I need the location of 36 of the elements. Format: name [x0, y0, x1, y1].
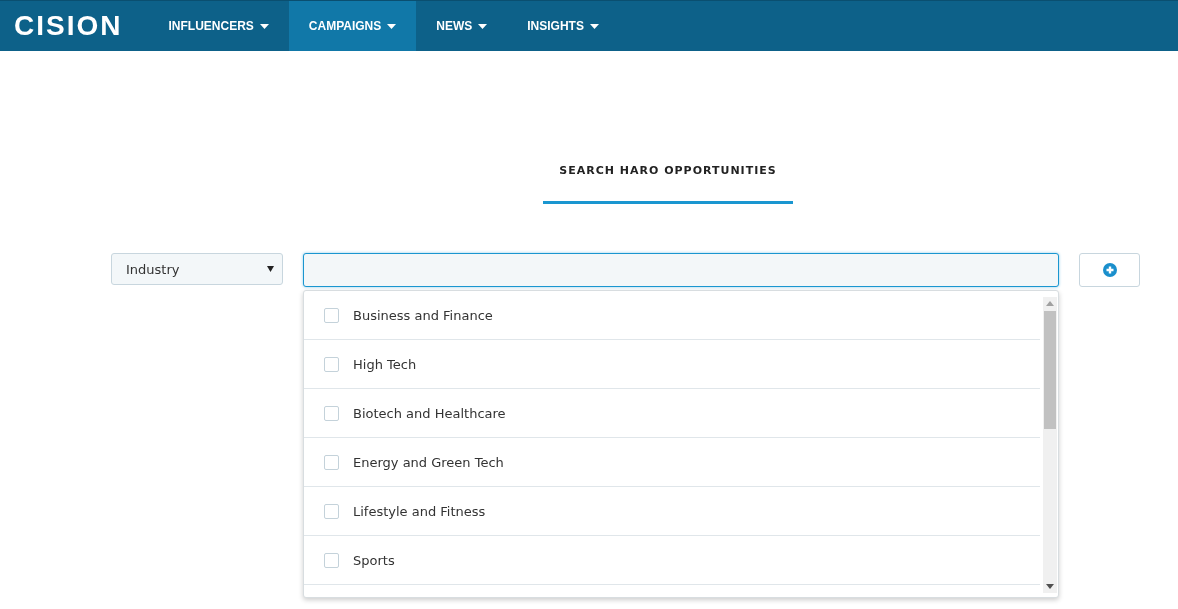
option-item[interactable]: Biotech and Healthcare	[304, 389, 1040, 438]
option-label: High Tech	[353, 356, 417, 372]
logo[interactable]: CISION	[14, 10, 125, 42]
caret-icon	[387, 23, 397, 29]
scroll-up-icon	[1046, 301, 1054, 306]
nav-tab[interactable]: CAMPAIGNS	[288, 1, 417, 51]
option-label: Business and Finance	[353, 307, 493, 323]
checkbox[interactable]	[324, 405, 339, 421]
checkbox[interactable]	[324, 307, 339, 323]
option-label: Energy and Green Tech	[353, 454, 504, 470]
checkbox[interactable]	[324, 454, 339, 470]
nav-tab[interactable]: INSIGHTS	[507, 1, 619, 51]
option-item[interactable]: Business and Finance	[304, 291, 1040, 340]
option-item[interactable]: Lifestyle and Fitness	[304, 487, 1040, 536]
option-item[interactable]: Sports	[304, 536, 1040, 585]
option-item[interactable]: Energy and Green Tech	[304, 438, 1040, 487]
checkbox[interactable]	[324, 356, 339, 372]
caret-icon	[478, 23, 488, 29]
option-label: Biotech and Healthcare	[353, 405, 506, 421]
caret-icon	[259, 23, 269, 29]
caret-icon	[267, 266, 274, 272]
plus-circle-icon	[1102, 263, 1117, 277]
scroll-down-icon	[1046, 584, 1054, 589]
option-item[interactable]: High Tech	[304, 340, 1040, 389]
checkbox[interactable]	[324, 503, 339, 519]
industry-dropdown[interactable]: Industry	[111, 253, 283, 285]
checkbox[interactable]	[324, 552, 339, 568]
add-button[interactable]	[1079, 253, 1140, 287]
option-label: Sports	[353, 552, 395, 568]
caret-icon	[589, 23, 599, 29]
nav-tab[interactable]: NEWS	[416, 1, 508, 51]
nav-tab[interactable]: INFLUENCERS	[148, 1, 289, 51]
section-heading: SEARCH HARO OPPORTUNITIES	[543, 164, 793, 204]
search-field[interactable]	[303, 253, 1059, 287]
scrollbar[interactable]	[1043, 297, 1057, 593]
option-label: Lifestyle and Fitness	[353, 503, 486, 519]
